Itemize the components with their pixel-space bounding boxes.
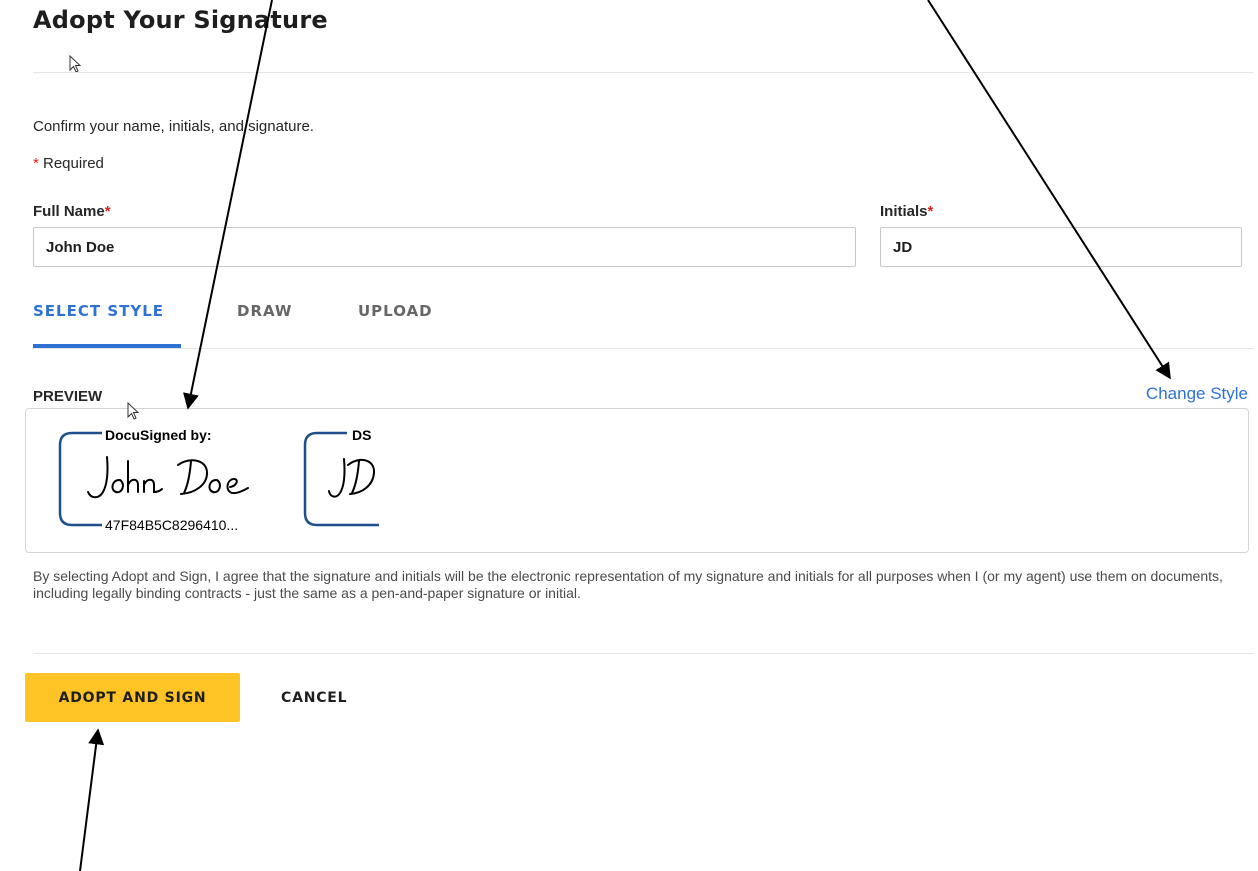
adopt-and-sign-button[interactable]: ADOPT AND SIGN (25, 673, 240, 722)
required-note: * Required (33, 155, 104, 172)
signature-preview-box[interactable]: DocuSigned by: 47F84B5C8296410... DS (25, 408, 1249, 553)
full-name-input[interactable] (33, 227, 856, 267)
annotation-arrow-change-style (927, 0, 1171, 380)
dialog-title: Adopt Your Signature (33, 6, 328, 34)
header-divider (33, 72, 1254, 73)
signature-header: DocuSigned by: (105, 427, 212, 443)
footer-divider (33, 653, 1254, 654)
tab-select-style[interactable]: SELECT STYLE (33, 302, 164, 320)
full-name-label-text: Full Name (33, 203, 105, 220)
preview-label: PREVIEW (33, 388, 103, 405)
tabs-divider (33, 348, 1254, 349)
initials-label: Initials* (880, 203, 933, 220)
cancel-button[interactable]: CANCEL (262, 673, 372, 722)
tab-draw[interactable]: DRAW (237, 302, 292, 320)
initials-label-text: Initials (880, 203, 928, 220)
initials-handwriting (328, 458, 376, 498)
full-name-label: Full Name* (33, 203, 111, 220)
tab-upload[interactable]: UPLOAD (358, 302, 433, 320)
legal-disclaimer: By selecting Adopt and Sign, I agree tha… (33, 568, 1223, 601)
initials-required-star: * (927, 203, 934, 220)
annotation-arrow-adopt (79, 728, 105, 871)
full-name-required-star: * (104, 203, 111, 220)
initials-header: DS (352, 427, 372, 443)
required-text: Required (38, 155, 104, 172)
annotation-arrow-signature (183, 0, 273, 410)
change-style-link[interactable]: Change Style (1146, 384, 1248, 404)
initials-input[interactable] (880, 227, 1242, 267)
signature-handwriting (87, 456, 249, 499)
mouse-pointer-icon-preview (127, 402, 140, 420)
envelope-id: 47F84B5C8296410... (105, 517, 239, 533)
intro-text: Confirm your name, initials, and signatu… (33, 118, 314, 135)
